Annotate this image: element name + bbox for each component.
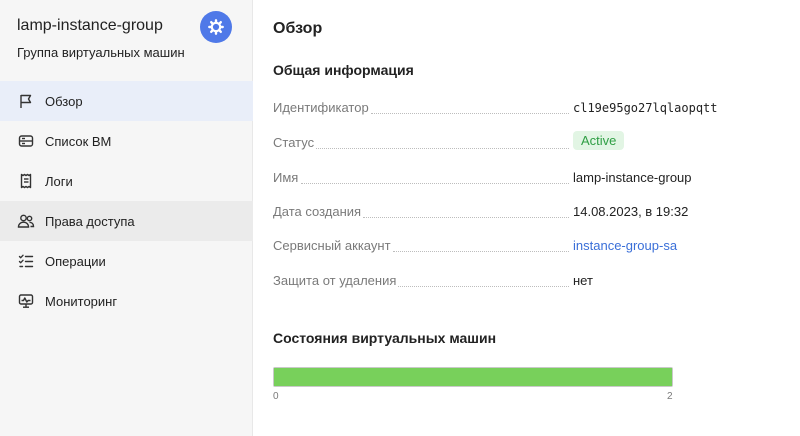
vm-states-axis-max: 2 (667, 391, 673, 402)
info-key: Статус (273, 135, 317, 150)
info-row-status: Статус Active (273, 131, 733, 155)
dotted-leader (371, 113, 569, 114)
info-key: Дата создания (273, 204, 364, 219)
sidebar-item-overview[interactable]: Обзор (0, 81, 253, 121)
identifier-value[interactable]: cl19e95go27lqlaopqtt (573, 101, 718, 115)
sidebar-item-operations[interactable]: Операции (0, 241, 253, 281)
sidebar-item-label: Мониторинг (45, 293, 118, 309)
instance-group-subtitle: Группа виртуальных машин (17, 45, 185, 60)
status-badge: Active (573, 131, 625, 150)
name-value: lamp-instance-group (573, 170, 692, 185)
gear-icon[interactable] (200, 11, 232, 43)
dotted-leader (397, 286, 569, 287)
info-key: Защита от удаления (273, 273, 399, 288)
info-key: Имя (273, 170, 301, 185)
logs-icon (17, 172, 35, 190)
info-row-id: Идентификатор cl19e95go27lqlaopqtt (273, 100, 733, 120)
sidebar-item-logs[interactable]: Логи (0, 161, 253, 201)
service-account-link[interactable]: instance-group-sa (573, 238, 677, 253)
vm-states-bar-fill (274, 368, 672, 386)
vm-states-bar (273, 367, 673, 387)
info-key: Идентификатор (273, 100, 371, 115)
dotted-leader (315, 148, 569, 149)
info-row-name: Имя lamp-instance-group (273, 170, 733, 190)
vm-states-heading: Состояния виртуальных машин (273, 330, 497, 346)
sidebar-item-label: Логи (45, 173, 73, 189)
sidebar: lamp-instance-group Группа виртуальных м… (0, 0, 253, 436)
dotted-leader (363, 217, 569, 218)
sidebar-item-vm-list[interactable]: Список ВМ (0, 121, 253, 161)
instance-group-title: lamp-instance-group (17, 17, 163, 34)
page-title: Обзор (273, 20, 323, 37)
sidebar-item-label: Права доступа (45, 213, 135, 229)
deletion-protection-value: нет (573, 273, 593, 288)
users-icon (17, 212, 35, 230)
general-info-heading: Общая информация (273, 62, 414, 78)
monitoring-icon (17, 292, 35, 310)
flag-icon (17, 92, 35, 110)
sidebar-item-label: Список ВМ (45, 133, 112, 149)
sidebar-item-monitoring[interactable]: Мониторинг (0, 281, 253, 321)
list-icon (17, 132, 35, 150)
vm-states-axis-min: 0 (273, 391, 279, 402)
info-row-created: Дата создания 14.08.2023, в 19:32 (273, 204, 733, 224)
created-value: 14.08.2023, в 19:32 (573, 204, 689, 219)
dotted-leader (393, 251, 569, 252)
info-row-service-account: Сервисный аккаунт instance-group-sa (273, 238, 733, 258)
info-key: Сервисный аккаунт (273, 238, 393, 253)
info-row-deletion-protection: Защита от удаления нет (273, 273, 733, 293)
sidebar-item-label: Обзор (45, 93, 83, 109)
dotted-leader (301, 183, 569, 184)
sidebar-item-label: Операции (45, 253, 106, 269)
sidebar-item-access[interactable]: Права доступа (0, 201, 253, 241)
sidebar-nav: Обзор Список ВМ Логи Права доступа Опера… (0, 81, 253, 321)
operations-icon (17, 252, 35, 270)
